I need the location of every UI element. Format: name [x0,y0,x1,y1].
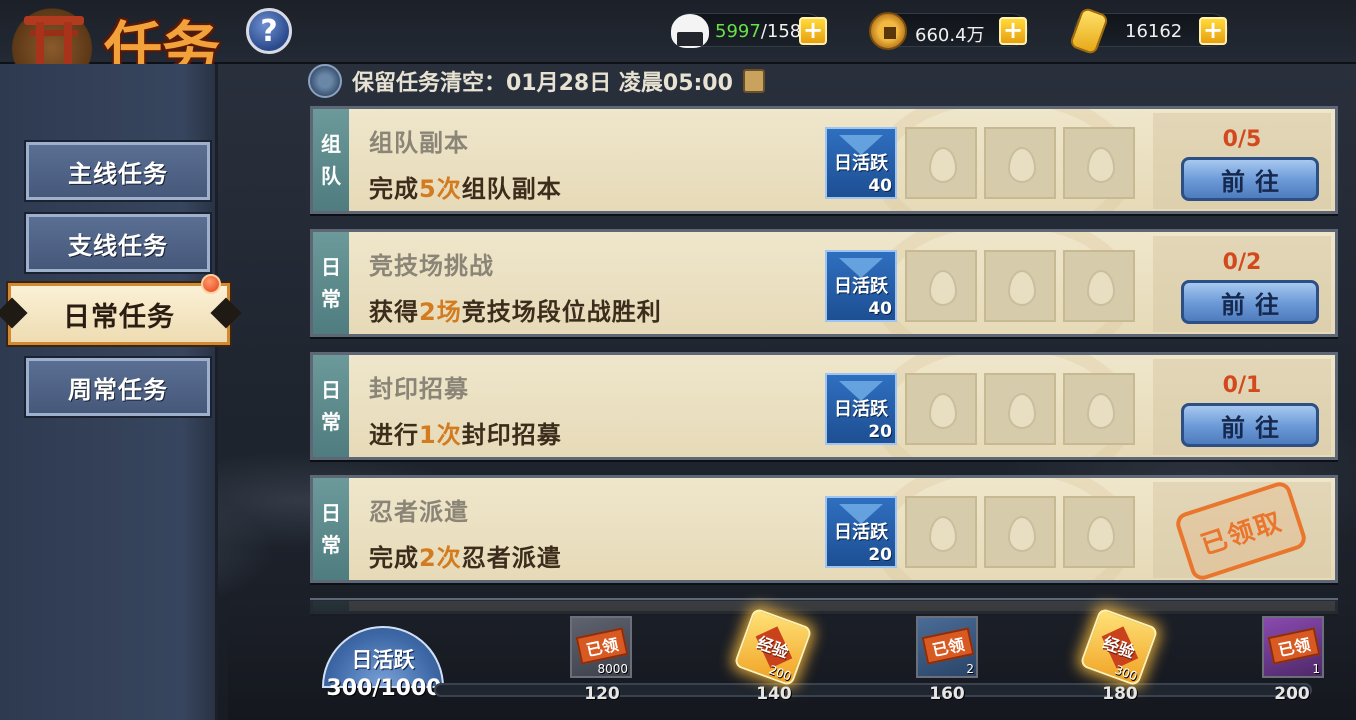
gold-ingot-icon [1068,6,1110,56]
task-row: 日常 忍者派遣 完成2次忍者派遣 日活跃 20 已领取 [310,475,1338,583]
task-progress: 0/1 [1222,373,1262,398]
sidebar-item-label: 支线任务 [68,231,168,260]
flame-icon [1087,147,1115,183]
go-button[interactable]: 前往 [1181,280,1319,324]
coins-value: 660.4万 [915,25,985,46]
copper-coin-icon [867,10,907,50]
task-name: 组队副本 [369,129,469,157]
help-button[interactable]: ? [246,8,292,54]
resource-coins: 660.4万 + [869,12,1028,50]
sidebar-item-weekly-quest[interactable]: 周常任务 [24,356,212,418]
flame-icon [929,393,957,429]
task-progress: 0/2 [1222,250,1262,275]
milestone-label: 180 [1102,684,1138,704]
task-status: 0/2 前往 [1153,236,1331,332]
stamina-max: /158 [760,21,802,42]
sidebar-item-main-quest[interactable]: 主线任务 [24,140,212,202]
daily-activity-reward[interactable]: 日活跃 40 [825,250,897,322]
task-type-tag: 组队 [313,109,349,211]
empty-reward-slot [905,496,977,568]
task-description: 进行1次封印招募 [369,421,562,449]
task-description: 完成5次组队副本 [369,175,562,203]
empty-reward-slot [1063,250,1135,322]
resource-gold: 16162 + [1068,6,1228,56]
scroll-icon[interactable] [742,69,765,93]
empty-reward-slot [984,127,1056,199]
go-button[interactable]: 前往 [1181,403,1319,447]
stamina-current: 5997 [715,21,761,42]
daily-activity-reward[interactable]: 日活跃 20 [825,373,897,445]
empty-reward-slot [905,127,977,199]
task-progress: 0/5 [1222,127,1262,152]
flame-icon [929,147,957,183]
task-row: 日常 封印招募 进行1次封印招募 日活跃 20 0/1 前往 [310,352,1338,460]
add-gold-button[interactable]: + [1199,17,1227,45]
claimed-stamp: 已领取 [1173,479,1309,580]
daily-activity-reward[interactable]: 日活跃 20 [825,496,897,568]
empty-reward-slot [905,373,977,445]
sidebar-item-label: 日常任务 [63,301,175,333]
milestone-label: 120 [584,684,620,704]
sidebar-item-label: 主线任务 [68,159,168,188]
flame-icon [1008,393,1036,429]
chest-200[interactable]: 已领 1 [1262,616,1324,678]
gold-value: 16162 [1125,21,1183,42]
empty-reward-slot [984,250,1056,322]
flame-icon [1008,147,1036,183]
task-name: 封印招募 [369,375,469,403]
resource-stamina: 5997/158 + [671,13,827,48]
swirl-icon [308,64,342,98]
add-stamina-button[interactable]: + [799,17,827,45]
empty-reward-slot [1063,127,1135,199]
task-row: 组队 组队副本 完成5次组队副本 日活跃 40 0/5 前往 [310,106,1338,214]
empty-reward-slot [984,373,1056,445]
milestone-label: 200 [1274,684,1310,704]
sidebar-item-daily-quest[interactable]: 日常任务 [0,274,242,347]
empty-reward-slot [984,496,1056,568]
top-bar: 任务 ? 5997/158 + 660.4万 + 16162 + [0,0,1356,83]
daily-activity-reward[interactable]: 日活跃 40 [825,127,897,199]
empty-reward-slot [1063,373,1135,445]
task-description: 完成2次忍者派遣 [369,544,562,572]
diamond-right-icon [210,297,242,329]
add-coins-button[interactable]: + [999,17,1027,45]
flame-icon [1008,270,1036,306]
chest-120[interactable]: 已领 8000 [570,616,632,678]
milestone-label: 160 [929,684,965,704]
milestone-label: 140 [756,684,792,704]
task-type-tag: 日常 [313,355,349,457]
rice-ball-icon [669,10,709,50]
task-type-tag: 日常 [313,478,349,580]
reset-notice: 保留任务清空：01月28日 凌晨05:00 [308,62,765,100]
go-button[interactable]: 前往 [1181,157,1319,201]
task-type-tag: 日常 [313,232,349,334]
flame-icon [1087,393,1115,429]
flame-icon [1087,270,1115,306]
empty-reward-slot [905,250,977,322]
flame-icon [929,270,957,306]
flame-icon [1008,516,1036,552]
task-name: 竞技场挑战 [369,252,494,280]
task-row: 日常 竞技场挑战 获得2场竞技场段位战胜利 日活跃 40 0/2 前往 [310,229,1338,337]
chest-160[interactable]: 已领 2 [916,616,978,678]
notification-dot-icon [201,274,221,294]
task-description: 获得2场竞技场段位战胜利 [369,298,662,326]
flame-icon [1087,516,1115,552]
task-status: 已领取 [1153,479,1331,580]
task-status: 0/1 前往 [1153,359,1331,455]
sidebar-item-label: 周常任务 [68,375,168,404]
empty-reward-slot [1063,496,1135,568]
sidebar-item-side-quest[interactable]: 支线任务 [24,212,212,274]
task-name: 忍者派遣 [369,498,469,526]
activity-label: 日活跃 [351,648,415,672]
reset-notice-text: 保留任务清空：01月28日 凌晨05:00 [352,71,733,96]
task-status: 0/5 前往 [1153,113,1331,209]
activity-total: 300/1000 [326,676,442,701]
flame-icon [929,516,957,552]
